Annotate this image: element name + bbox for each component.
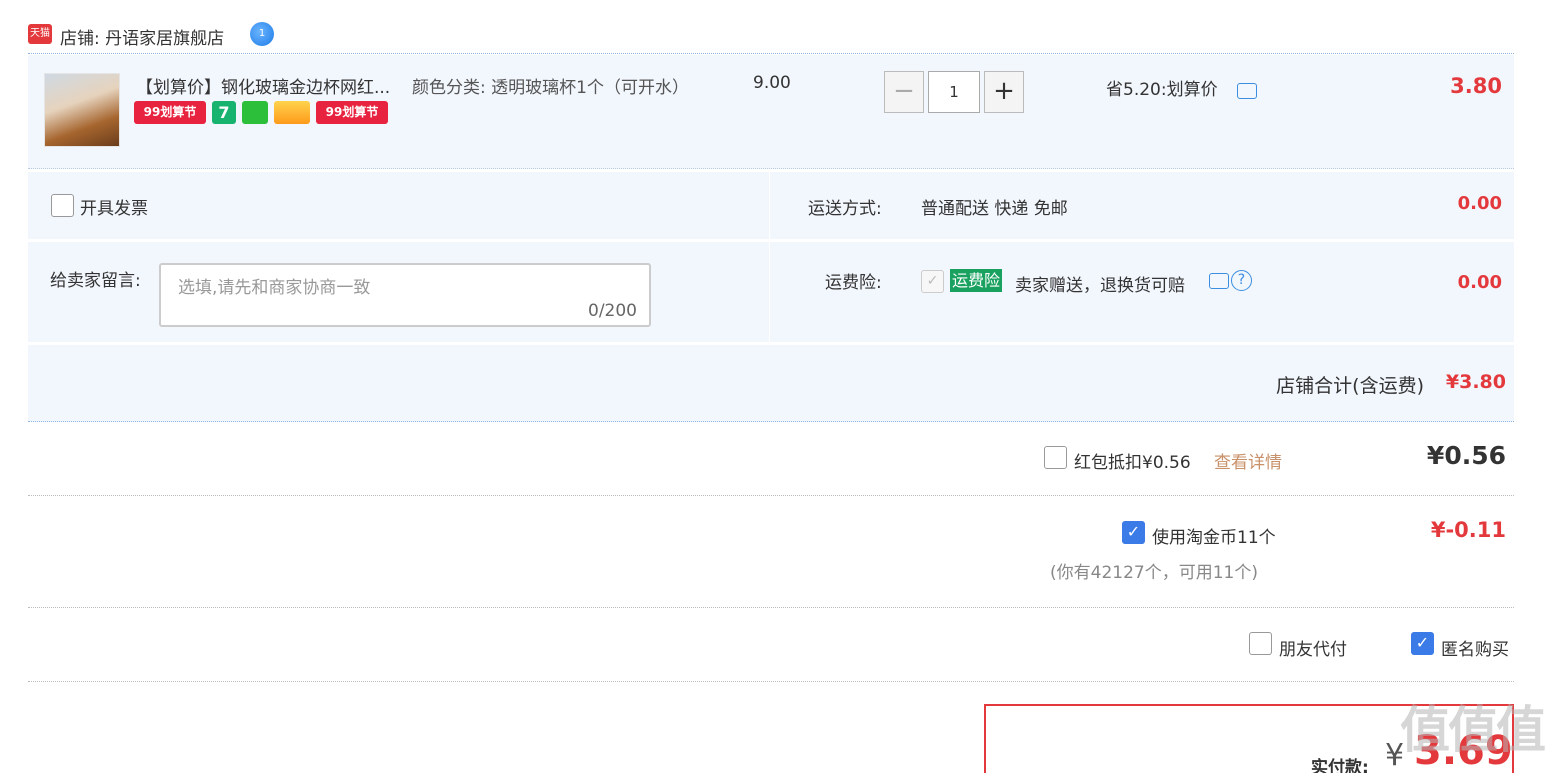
promo-discount-text: 省5.20:划算价 xyxy=(1106,80,1218,100)
taobao-coins-checkbox[interactable]: ✓ xyxy=(1122,521,1145,544)
credit-card-icon xyxy=(274,101,310,124)
promo-badge-sale: 99划算节 xyxy=(134,101,206,124)
shipping-method-value: 普通配送 快递 免邮 xyxy=(921,199,1068,219)
guarantee-icon xyxy=(242,101,268,124)
shop-total-value: ¥3.80 xyxy=(1445,371,1506,393)
promo-badge-sale: 99划算节 xyxy=(316,101,388,124)
order-options-panel: 开具发票 运送方式: 普通配送 快递 免邮 0.00 给卖家留言: 选填,请先和… xyxy=(28,172,1514,422)
shipping-cost: 0.00 xyxy=(1457,193,1502,214)
extras-row: 朋友代付 ✓ 匿名购买 xyxy=(28,608,1514,682)
red-packet-label[interactable]: 红包抵扣¥0.56 xyxy=(1074,448,1191,473)
invoice-checkbox[interactable] xyxy=(51,194,74,217)
comment-icon[interactable] xyxy=(1209,273,1229,289)
seller-message-placeholder: 选填,请先和商家协商一致 xyxy=(178,278,371,298)
unit-price: 9.00 xyxy=(753,73,791,93)
seven-day-return-icon: 7 xyxy=(212,101,236,124)
item-subtotal: 3.80 xyxy=(1450,74,1502,98)
promo-comment-icon[interactable] xyxy=(1237,83,1257,99)
amount-due-label: 实付款: xyxy=(1311,758,1369,773)
shipping-insurance-checkbox: ✓ xyxy=(921,270,944,293)
view-details-link[interactable]: 查看详情 xyxy=(1214,448,1282,473)
taobao-coins-amount: ¥-0.11 xyxy=(1430,518,1506,542)
product-title-link[interactable]: 【划算价】钢化玻璃金边杯网红... xyxy=(136,73,406,98)
anonymous-purchase-label[interactable]: 匿名购买 xyxy=(1441,635,1509,660)
red-packet-checkbox[interactable] xyxy=(1044,446,1067,469)
divider xyxy=(28,342,1514,345)
red-packet-amount: ¥0.56 xyxy=(1426,441,1506,470)
sku-info: 颜色分类: 透明玻璃杯1个（可开水） xyxy=(412,78,689,98)
shipping-method-label: 运送方式: xyxy=(808,199,882,219)
seller-message-input[interactable]: 选填,请先和商家协商一致 0/200 xyxy=(159,263,651,327)
friend-pay-checkbox[interactable] xyxy=(1249,632,1272,655)
help-icon[interactable]: ? xyxy=(1231,270,1252,291)
char-counter: 0/200 xyxy=(588,301,637,321)
quantity-stepper: − 1 + xyxy=(884,71,1024,113)
quantity-decrease-button[interactable]: − xyxy=(884,71,924,113)
tmall-logo-icon: 天猫 xyxy=(28,24,52,44)
taobao-coins-balance: (你有42127个，可用11个) xyxy=(1050,563,1258,583)
quantity-input[interactable]: 1 xyxy=(928,71,980,113)
divider xyxy=(769,172,770,343)
wangwang-chat-icon[interactable]: 1 xyxy=(250,22,274,46)
insurance-cost: 0.00 xyxy=(1457,272,1502,293)
shipping-insurance-label: 运费险: xyxy=(825,273,882,293)
friend-pay-label[interactable]: 朋友代付 xyxy=(1279,635,1347,660)
shop-name-link[interactable]: 店铺: 丹语家居旗舰店 xyxy=(60,24,224,49)
product-thumbnail[interactable] xyxy=(44,73,120,147)
shop-total-label: 店铺合计(含运费) xyxy=(1276,375,1424,397)
taobao-coins-label[interactable]: 使用淘金币11个 xyxy=(1152,523,1276,548)
divider xyxy=(28,239,1514,242)
invoice-label[interactable]: 开具发票 xyxy=(80,194,148,219)
promo-badges: 99划算节 7 99划算节 xyxy=(134,101,388,125)
red-packet-row: 红包抵扣¥0.56 查看详情 ¥0.56 xyxy=(28,422,1514,496)
watermark-logo: 值值值 xyxy=(1400,701,1546,759)
order-item-row: 【划算价】钢化玻璃金边杯网红... 99划算节 7 99划算节 颜色分类: 透明… xyxy=(28,55,1514,169)
anonymous-purchase-checkbox[interactable]: ✓ xyxy=(1411,632,1434,655)
shipping-insurance-tag: 运费险 xyxy=(950,269,1003,292)
quantity-increase-button[interactable]: + xyxy=(984,71,1024,113)
shipping-insurance-description: 卖家赠送，退换货可赔 xyxy=(1015,276,1185,296)
shop-header: 天猫 店铺: 丹语家居旗舰店 1 xyxy=(28,18,1514,54)
seller-message-label: 给卖家留言: xyxy=(50,271,141,291)
taobao-coins-row: ✓ 使用淘金币11个 (你有42127个，可用11个) ¥-0.11 xyxy=(28,496,1514,608)
